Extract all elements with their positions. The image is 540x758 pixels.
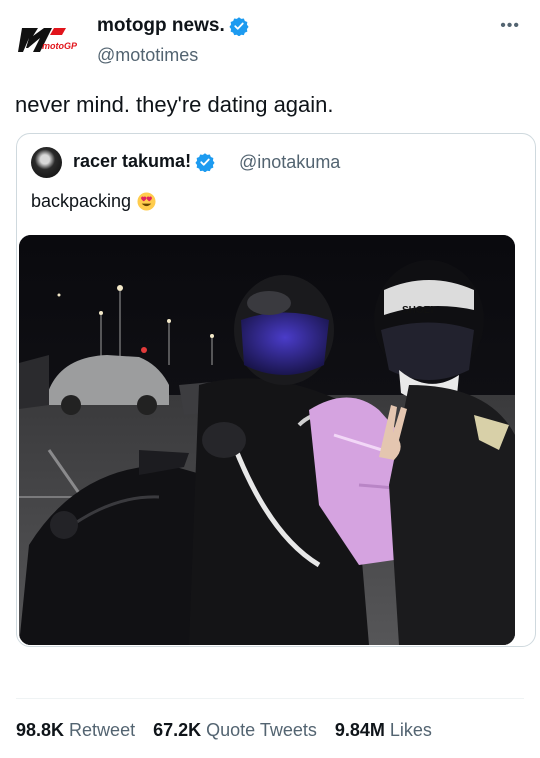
quoted-tweet-photo[interactable]: SHOEI — [19, 235, 515, 645]
tweet-text: never mind. they're dating again. — [15, 92, 334, 117]
stats-divider — [16, 698, 524, 699]
quoted-tweet-card[interactable]: racer takuma! @inotakuma backpacking SHO… — [16, 133, 536, 647]
author-name-text: motogp news. — [97, 15, 225, 36]
likes-stat[interactable]: 9.84M Likes — [335, 720, 432, 741]
retweet-label: Retweet — [69, 720, 136, 740]
quoted-author-name[interactable]: racer takuma! — [73, 151, 215, 172]
author-handle[interactable]: @mototimes — [97, 45, 198, 66]
tweet-header: motoGP motogp news. @mototimes ••• — [0, 0, 540, 80]
quoted-tweet-text-content: backpacking — [31, 191, 132, 211]
more-options-icon[interactable]: ••• — [500, 17, 520, 35]
engagement-stats: 98.8K Retweet 67.2K Quote Tweets 9.84M L… — [16, 720, 450, 741]
logo-wordmark: motoGP — [42, 41, 78, 51]
likes-label: Likes — [389, 720, 432, 740]
quote-tweets-count: 67.2K — [153, 720, 207, 740]
quoted-tweet-text: backpacking — [31, 191, 156, 212]
verified-badge-icon — [195, 152, 215, 172]
quote-tweets-stat[interactable]: 67.2K Quote Tweets — [153, 720, 317, 741]
motogp-logo-icon[interactable]: motoGP — [18, 22, 84, 58]
heart-eyes-emoji-icon — [137, 192, 156, 211]
quote-tweets-label: Quote Tweets — [206, 720, 317, 740]
night-motorcycle-photo: SHOEI — [19, 235, 515, 645]
author-name[interactable]: motogp news. — [97, 15, 249, 37]
quoted-author-name-text: racer takuma! — [73, 151, 192, 171]
verified-badge-icon — [229, 17, 249, 36]
helmet-brand-text: SHOEI — [402, 305, 433, 316]
likes-count: 9.84M — [334, 720, 390, 740]
retweet-count: 98.8K — [16, 720, 70, 740]
quoted-author-avatar[interactable] — [31, 147, 62, 178]
retweet-stat[interactable]: 98.8K Retweet — [16, 720, 135, 741]
quoted-author-handle[interactable]: @inotakuma — [239, 152, 340, 173]
